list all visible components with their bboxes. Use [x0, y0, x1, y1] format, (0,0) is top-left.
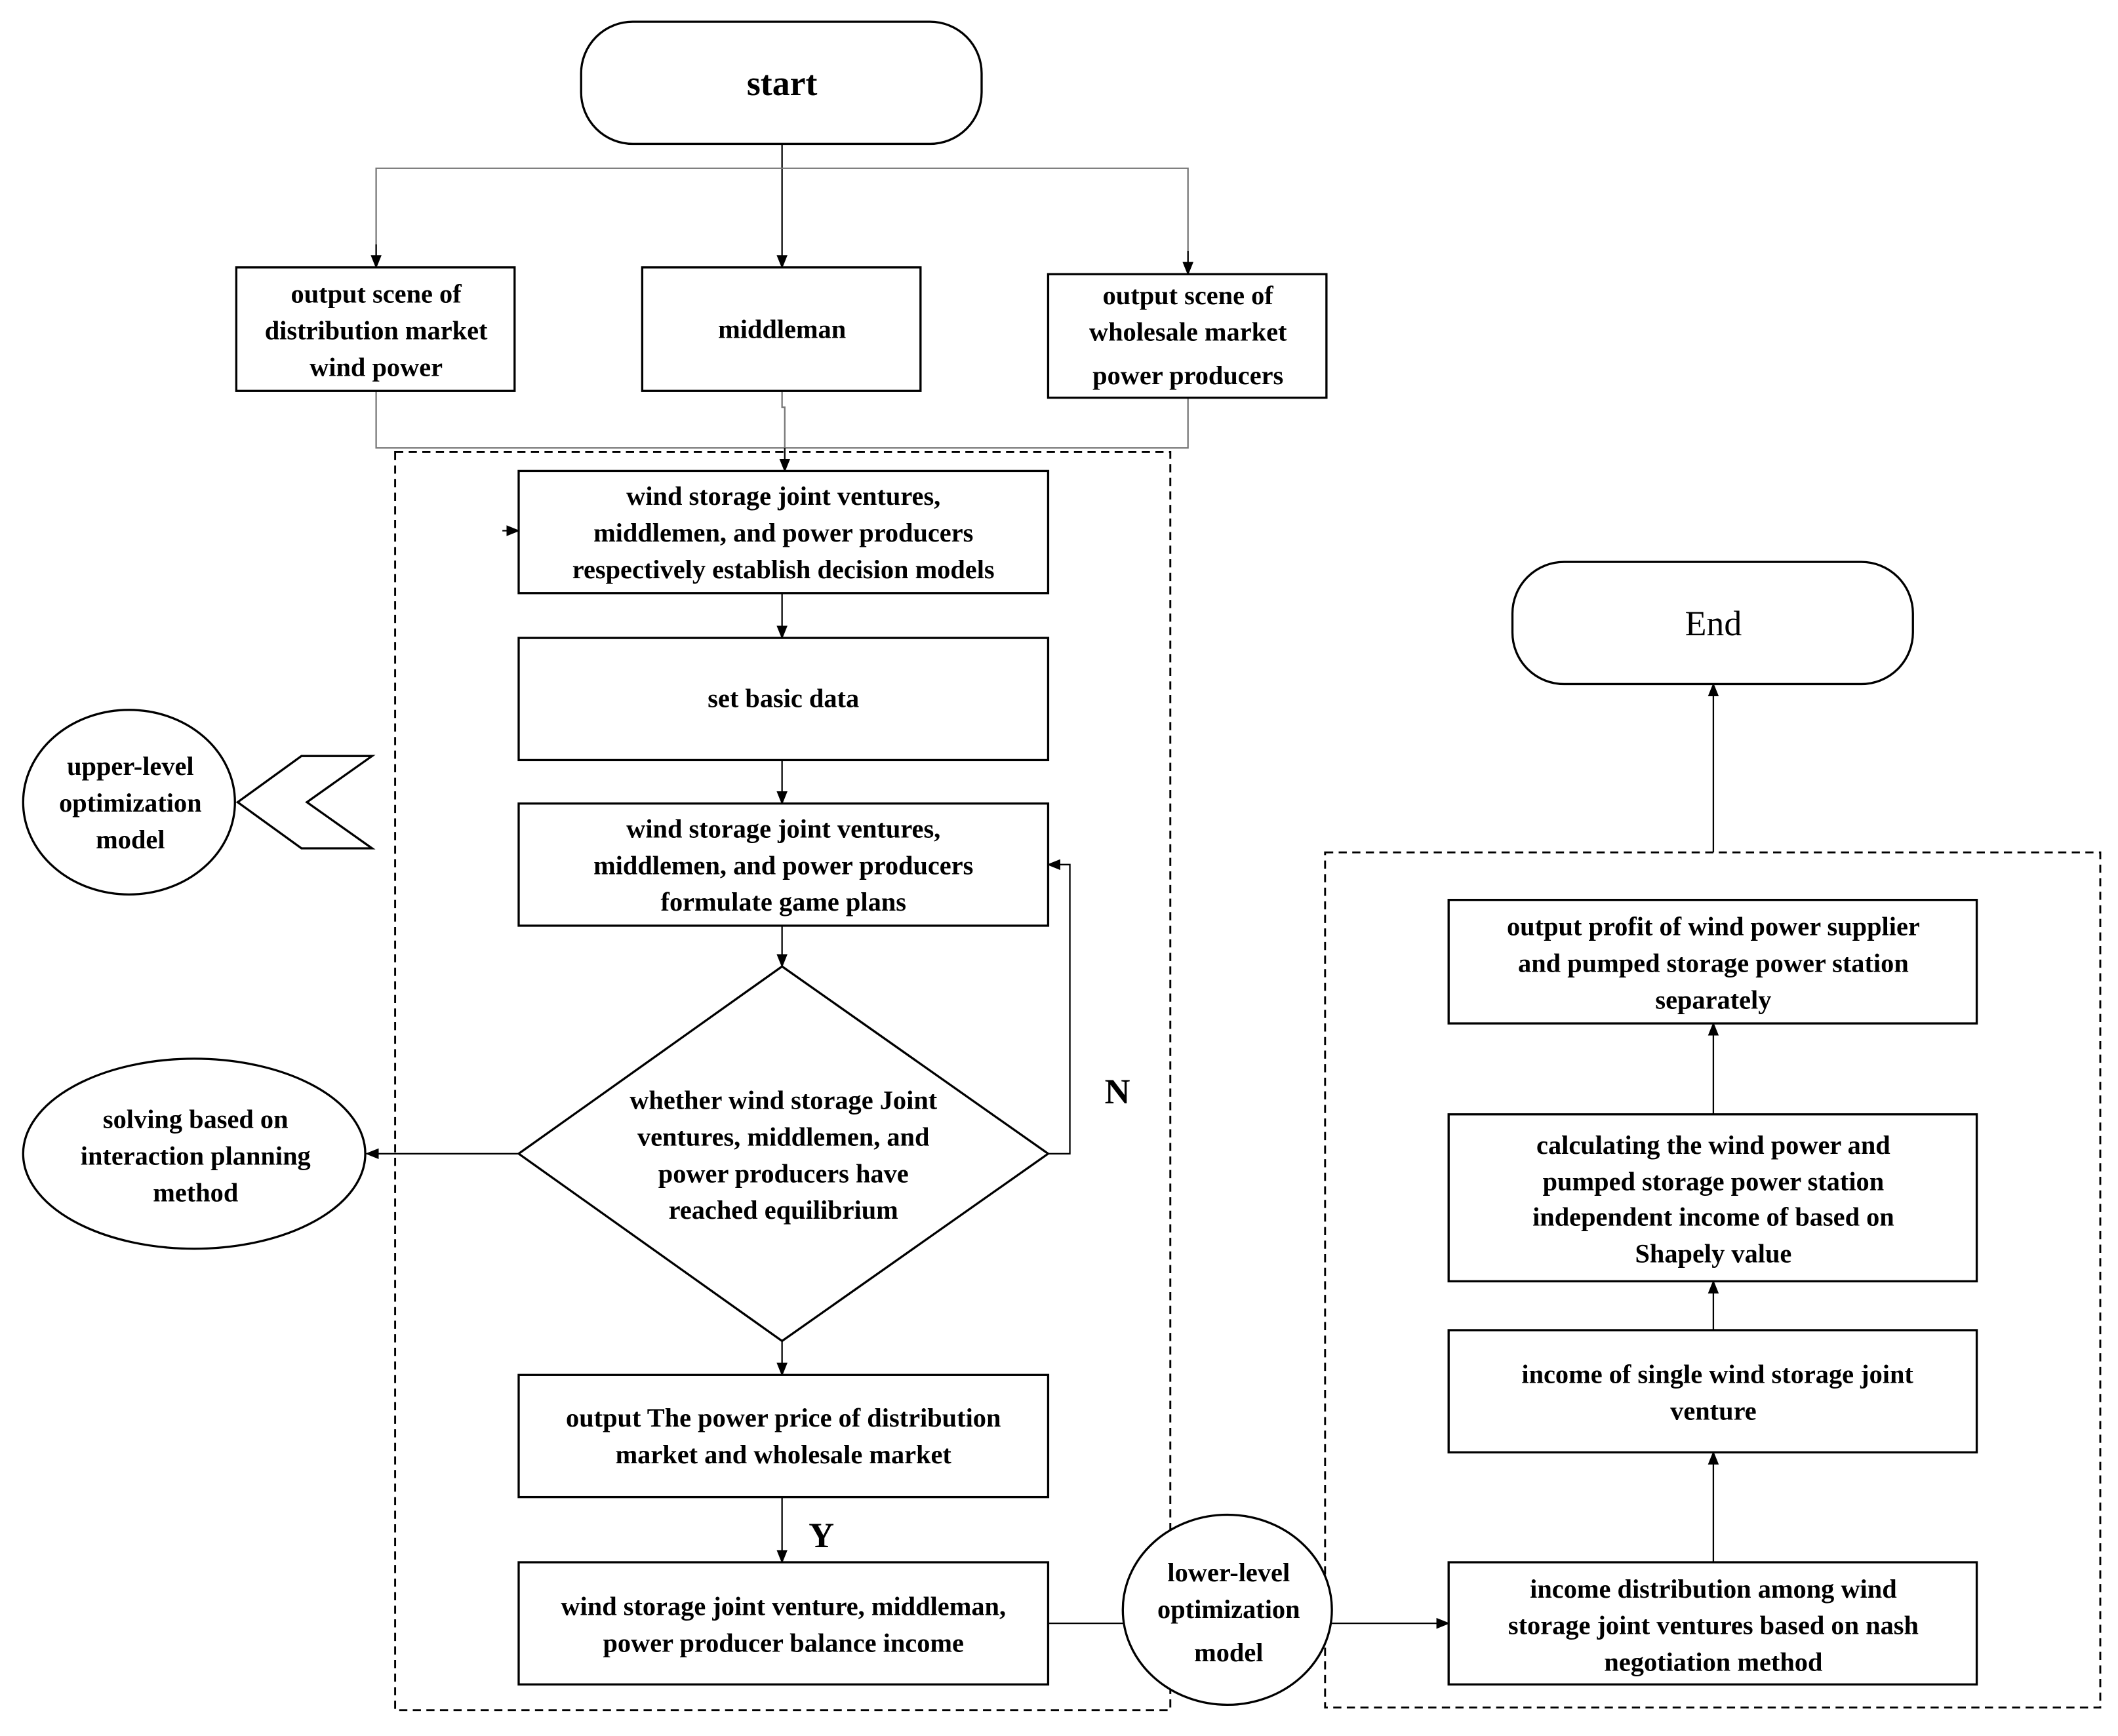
node-text-line: formulate game plans [661, 887, 906, 917]
chevron-arrow-icon [235, 755, 376, 850]
node-text-line: middlemen, and power producers [593, 850, 973, 880]
node-text-line: reached equilibrium [669, 1195, 898, 1225]
node-text-line: whether wind storage Joint [629, 1085, 938, 1115]
node-text-line: output scene of [1103, 281, 1274, 310]
basic-data-node: set basic data [517, 637, 1050, 762]
node-text-line: income distribution among wind [1530, 1574, 1897, 1604]
node-text-line: Shapely value [1635, 1238, 1791, 1268]
node-text-line: lower-level [1167, 1558, 1290, 1587]
node-text-line: wind storage joint ventures, [626, 814, 940, 843]
equilibrium-decision: whether wind storage Joint ventures, mid… [517, 965, 1050, 1343]
node-text-line: power producers [1092, 361, 1283, 390]
node-text-line: storage joint ventures based on nash [1508, 1611, 1919, 1640]
node-text-line: negotiation method [1604, 1647, 1822, 1677]
node-text-line: market and wholesale market [616, 1440, 952, 1469]
node-text-line: calculating the wind power and [1536, 1130, 1890, 1160]
label-yes: Y [809, 1516, 834, 1555]
node-text-line: income of single wind storage joint [1521, 1360, 1913, 1389]
node-text-line: interaction planning [81, 1141, 311, 1170]
node-text-line: set basic data [708, 684, 859, 713]
node-text-line: ventures, middlemen, and [637, 1122, 930, 1151]
start-node: start [580, 20, 983, 146]
lower-level-ellipse: lower-level optimization model [1121, 1513, 1333, 1706]
upper-level-ellipse: upper-level optimization model [22, 709, 236, 896]
node-text-line: End [1685, 604, 1742, 643]
node-text-line: upper-level [67, 751, 194, 781]
decision-models-node: wind storage joint ventures, middlemen, … [517, 469, 1050, 595]
node-text-line: power producers have [658, 1158, 909, 1188]
node-text-line: model [1194, 1638, 1263, 1667]
power-price-node: output The power price of distribution m… [517, 1373, 1050, 1499]
distribution-wind-node: output scene of distribution market wind… [235, 266, 516, 392]
node-text-line: independent income of based on [1532, 1202, 1894, 1232]
output-profit-node: output profit of wind power supplier and… [1447, 898, 1978, 1025]
end-node: End [1511, 561, 1914, 686]
node-text-line: wind power [310, 352, 443, 382]
shapely-node: calculating the wind power and pumped st… [1447, 1113, 1978, 1283]
label-no: N [1105, 1072, 1130, 1111]
node-text-line: optimization [59, 788, 201, 818]
node-text-line: power producer balance income [603, 1628, 963, 1658]
node-text-line: start [747, 64, 818, 103]
node-text-line: method [153, 1177, 238, 1207]
node-text-line: distribution market [265, 316, 488, 345]
balance-income-node: wind storage joint venture, middleman, p… [517, 1561, 1050, 1686]
game-plans-node: wind storage joint ventures, middlemen, … [517, 802, 1050, 927]
single-income-node: income of single wind storage joint vent… [1447, 1329, 1978, 1453]
node-text-line: output profit of wind power supplier [1507, 911, 1920, 941]
node-text-line: wind storage joint ventures, [626, 481, 940, 511]
solving-ellipse: solving based on interaction planning me… [22, 1057, 367, 1250]
node-text-line: and pumped storage power station [1518, 948, 1909, 977]
node-text-line: solving based on [103, 1104, 289, 1134]
node-text-line: pumped storage power station [1543, 1167, 1885, 1196]
node-text-line: venture [1670, 1396, 1757, 1426]
node-text-line: wholesale market [1089, 317, 1287, 347]
node-text-line: respectively establish decision models [572, 555, 995, 584]
wholesale-producers-node: output scene of wholesale market power p… [1047, 273, 1328, 399]
node-text-line: middleman [718, 315, 846, 344]
node-text-line: middlemen, and power producers [593, 518, 973, 547]
node-text-line: output The power price of distribution [566, 1403, 1001, 1432]
node-text-line: model [96, 825, 165, 854]
flowchart: N Y start output scene of distribution m… [22, 20, 2102, 1712]
node-text-line: separately [1655, 985, 1771, 1014]
node-text-line: output scene of [291, 279, 462, 309]
node-text-line: wind storage joint venture, middleman, [561, 1592, 1006, 1621]
node-text-line: optimization [1157, 1594, 1300, 1624]
nash-node: income distribution among wind storage j… [1447, 1561, 1978, 1686]
middleman-node: middleman [641, 266, 922, 392]
